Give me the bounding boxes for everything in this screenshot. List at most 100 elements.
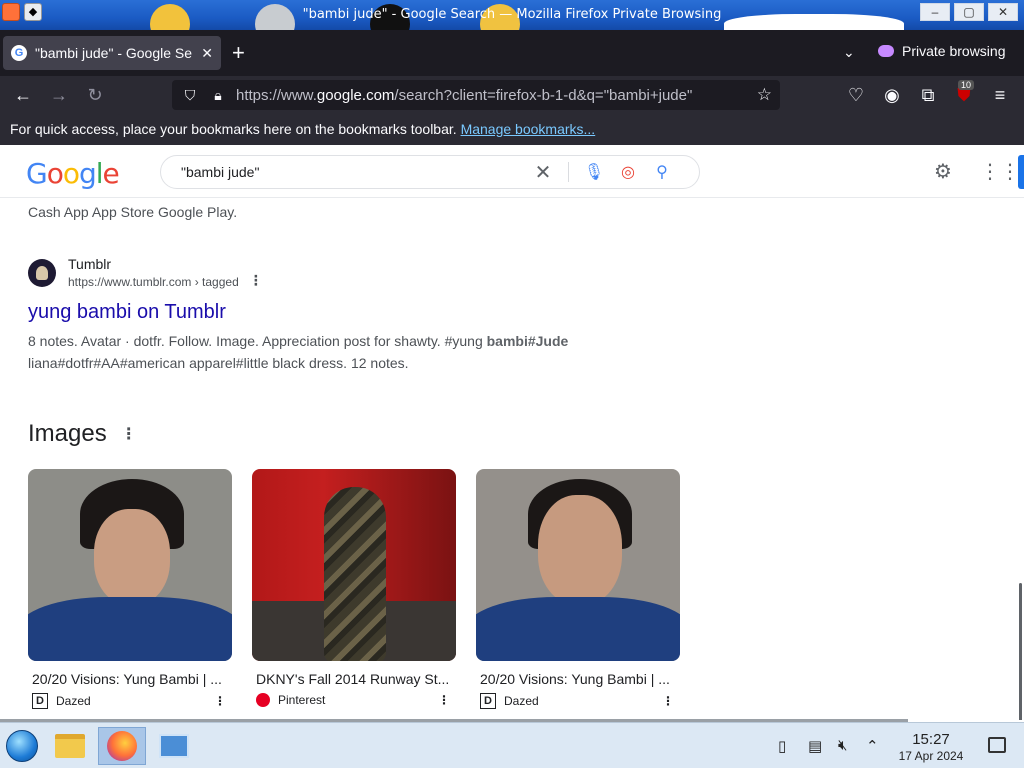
image-caption[interactable]: 20/20 Visions: Yung Bambi | ... — [28, 671, 232, 687]
google-favicon-icon: G — [11, 45, 27, 61]
dazed-logo-icon: D — [480, 693, 496, 709]
images-section-header: Images ⋮ — [28, 420, 137, 448]
image-more-options-icon[interactable]: ⋮ — [214, 694, 226, 708]
image-source: D Dazed ⋮ — [476, 693, 680, 709]
result-title-link[interactable]: yung bambi on Tumblr — [28, 301, 628, 324]
url-path: /search?client=firefox-b-1-d&q="bambi+ju… — [394, 86, 693, 104]
image-result-card[interactable]: 20/20 Visions: Yung Bambi | ... D Dazed … — [476, 469, 680, 709]
search-box[interactable]: ✕ 🎙︎ ◎ ⚲ — [160, 155, 700, 189]
image-source: D Dazed ⋮ — [28, 693, 232, 709]
bookmarks-hint: For quick access, place your bookmarks h… — [10, 121, 457, 137]
tab-google-search[interactable]: G "bambi jude" - Google Se ✕ — [3, 36, 221, 70]
account-icon[interactable]: ◉ — [881, 84, 903, 106]
taskbar: ▯ ▤ 🔇︎ ⌃ 15:27 17 Apr 2024 — [0, 722, 1024, 768]
url-domain: google.com — [316, 86, 395, 104]
extension-badge: 10 — [958, 80, 975, 90]
url-prefix: https://www. — [236, 86, 317, 104]
image-thumbnail[interactable] — [476, 469, 680, 661]
image-source-name: Dazed — [56, 694, 91, 708]
google-lens-icon[interactable]: ◎ — [611, 162, 645, 182]
manage-bookmarks-link[interactable]: Manage bookmarks... — [461, 121, 596, 137]
taskbar-firefox[interactable] — [98, 727, 146, 765]
search-input[interactable] — [181, 164, 526, 180]
taskbar-file-manager[interactable] — [50, 727, 90, 765]
tab-strip: G "bambi jude" - Google Se ✕ + ⌄ Private… — [0, 30, 1024, 76]
reload-button[interactable]: ↻ — [84, 84, 106, 106]
image-thumbnail[interactable] — [28, 469, 232, 661]
tracking-protection-shield-icon[interactable]: ⛉ — [180, 87, 200, 104]
images-more-options-icon[interactable]: ⋮ — [121, 424, 137, 444]
bookmarks-toolbar: For quick access, place your bookmarks h… — [0, 114, 1024, 145]
forward-button[interactable]: → — [48, 84, 70, 106]
window-title: "bambi jude" - Google Search — Mozilla F… — [302, 7, 722, 22]
image-result-card[interactable]: 20/20 Visions: Yung Bambi | ... D Dazed … — [28, 469, 232, 709]
result-site-header[interactable]: Tumblr https://www.tumblr.com › tagged ⋮ — [28, 256, 628, 289]
clock-date: 17 Apr 2024 — [898, 749, 964, 763]
pocket-icon[interactable]: ♡ — [845, 84, 867, 106]
firefox-icon — [107, 731, 137, 761]
tumblr-favicon-icon — [28, 258, 56, 287]
google-header: Google ✕ 🎙︎ ◎ ⚲ ⚙ ⋮⋮⋮ — [0, 145, 1024, 198]
show-desktop-icon[interactable] — [988, 737, 1006, 753]
image-source-name: Pinterest — [278, 693, 326, 707]
snippet-bold: bambi#Jude — [486, 333, 569, 349]
dazed-logo-icon: D — [32, 693, 48, 709]
previous-result-snippet: Cash App App Store Google Play. — [28, 204, 238, 220]
tab-title: "bambi jude" - Google Se — [35, 45, 193, 61]
tray-clipboard-icon[interactable]: ▤ — [808, 737, 822, 755]
close-window-button[interactable]: ✕ — [988, 3, 1018, 21]
image-caption[interactable]: DKNY's Fall 2014 Runway St... — [252, 671, 456, 687]
image-more-options-icon[interactable]: ⋮ — [662, 694, 674, 708]
images-heading: Images — [28, 420, 107, 447]
navigation-toolbar: ← → ↻ ⛉ 🔒︎ https://www.google.com/search… — [0, 76, 1024, 114]
result-snippet: 8 notes. Avatar · dotfr. Follow. Image. … — [28, 330, 628, 374]
window-title-bar[interactable]: ◆ "bambi jude" - Google Search — Mozilla… — [0, 0, 1024, 30]
image-source-name: Dazed — [504, 694, 539, 708]
clock-time: 15:27 — [912, 731, 950, 748]
start-button[interactable] — [2, 727, 42, 765]
close-tab-icon[interactable]: ✕ — [201, 45, 213, 62]
taskbar-remote-desktop[interactable] — [154, 727, 194, 765]
result-site-name: Tumblr — [68, 256, 112, 272]
image-source: Pinterest ⋮ — [252, 693, 456, 707]
list-all-tabs-chevron-icon[interactable]: ⌄ — [843, 44, 855, 61]
result-more-options-icon[interactable]: ⋮ — [249, 272, 263, 289]
back-button[interactable]: ← — [12, 84, 34, 106]
vertical-scrollbar[interactable] — [1019, 583, 1022, 720]
maximize-button[interactable]: ▢ — [954, 3, 984, 21]
folder-icon — [55, 734, 85, 758]
app-menu-hamburger-icon[interactable]: ≡ — [989, 84, 1011, 106]
image-result-card[interactable]: DKNY's Fall 2014 Runway St... Pinterest … — [252, 469, 456, 707]
settings-gear-icon[interactable]: ⚙ — [934, 159, 952, 184]
result-site-url: https://www.tumblr.com › tagged — [68, 274, 239, 289]
image-more-options-icon[interactable]: ⋮ — [438, 693, 450, 707]
snippet-part-2: liana#dotfr#AA#american apparel#little b… — [28, 355, 409, 371]
image-thumbnail[interactable] — [252, 469, 456, 661]
tray-battery-icon[interactable]: ▯ — [778, 737, 786, 755]
sign-in-button-edge[interactable] — [1018, 155, 1024, 189]
private-browsing-indicator: Private browsing — [878, 43, 1006, 59]
tray-volume-muted-icon[interactable]: 🔇︎ — [838, 737, 847, 754]
search-results: Cash App App Store Google Play. Tumblr h… — [0, 198, 1024, 720]
extensions-puzzle-icon[interactable]: ⧉ — [917, 84, 939, 106]
taskbar-clock[interactable]: 15:27 17 Apr 2024 — [890, 731, 972, 763]
voice-search-mic-icon[interactable]: 🎙︎ — [577, 162, 611, 182]
image-caption[interactable]: 20/20 Visions: Yung Bambi | ... — [476, 671, 680, 687]
pinterest-logo-icon — [256, 693, 270, 707]
private-browsing-label: Private browsing — [902, 43, 1006, 59]
clear-search-icon[interactable]: ✕ — [526, 160, 560, 185]
url-bar[interactable]: ⛉ 🔒︎ https://www.google.com/search?clien… — [172, 80, 780, 110]
google-logo[interactable]: Google — [26, 157, 120, 190]
tray-expand-chevron-icon[interactable]: ⌃ — [866, 737, 879, 755]
remote-desktop-icon — [159, 734, 189, 758]
minimize-button[interactable]: – — [920, 3, 950, 21]
new-tab-button[interactable]: + — [232, 42, 245, 64]
lock-icon[interactable]: 🔒︎ — [208, 87, 228, 104]
start-orb-icon — [6, 730, 38, 762]
result-tumblr: Tumblr https://www.tumblr.com › tagged ⋮… — [28, 256, 628, 374]
bookmark-star-icon[interactable]: ☆ — [757, 85, 772, 105]
search-divider — [568, 162, 569, 182]
search-magnifier-icon[interactable]: ⚲ — [645, 162, 679, 182]
private-mask-icon — [878, 45, 894, 57]
url-text[interactable]: https://www.google.com/search?client=fir… — [236, 87, 757, 104]
